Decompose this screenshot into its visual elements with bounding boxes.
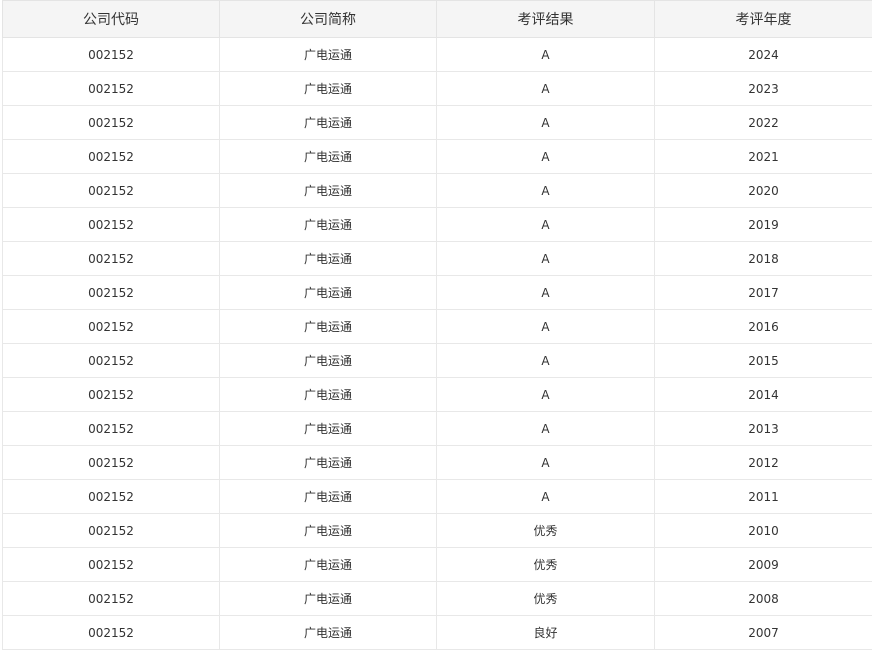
table-row: 002152 广电运通 A 2019 (2, 207, 872, 242)
cell-rating-result: A (436, 139, 655, 174)
cell-company-code: 002152 (2, 207, 220, 242)
table-row: 002152 广电运通 优秀 2009 (2, 547, 872, 582)
header-row: 公司代码 公司简称 考评结果 考评年度 (2, 0, 872, 38)
table-body: 002152 广电运通 A 2024 002152 广电运通 A 2023 002152 广电运通… (2, 37, 872, 650)
cell-rating-year: 2014 (654, 377, 872, 412)
cell-rating-year: 2007 (654, 615, 872, 650)
cell-company-name: 广电运通 (219, 615, 437, 650)
cell-rating-result: 优秀 (436, 547, 655, 582)
table-row: 002152 广电运通 A 2011 (2, 479, 872, 514)
table-row: 002152 广电运通 A 2021 (2, 139, 872, 174)
header-rating-result: 考评结果 (436, 0, 655, 38)
cell-company-name: 广电运通 (219, 581, 437, 616)
cell-rating-year: 2020 (654, 173, 872, 208)
cell-company-code: 002152 (2, 513, 220, 548)
cell-company-code: 002152 (2, 71, 220, 106)
cell-rating-result: 良好 (436, 615, 655, 650)
header-company-code: 公司代码 (2, 0, 220, 38)
cell-company-code: 002152 (2, 615, 220, 650)
cell-rating-result: A (436, 275, 655, 310)
cell-company-name: 广电运通 (219, 207, 437, 242)
cell-company-code: 002152 (2, 547, 220, 582)
cell-rating-year: 2024 (654, 37, 872, 72)
table-row: 002152 广电运通 优秀 2010 (2, 513, 872, 548)
cell-rating-year: 2011 (654, 479, 872, 514)
cell-rating-result: A (436, 241, 655, 276)
table-row: 002152 广电运通 A 2017 (2, 275, 872, 310)
cell-rating-year: 2021 (654, 139, 872, 174)
cell-company-code: 002152 (2, 445, 220, 480)
cell-rating-result: A (436, 445, 655, 480)
cell-company-code: 002152 (2, 581, 220, 616)
cell-company-name: 广电运通 (219, 343, 437, 378)
cell-company-name: 广电运通 (219, 71, 437, 106)
cell-company-code: 002152 (2, 411, 220, 446)
cell-rating-result: A (436, 105, 655, 140)
cell-company-code: 002152 (2, 241, 220, 276)
cell-rating-year: 2008 (654, 581, 872, 616)
table-row: 002152 广电运通 A 2014 (2, 377, 872, 412)
cell-rating-result: A (436, 377, 655, 412)
cell-company-name: 广电运通 (219, 377, 437, 412)
cell-company-name: 广电运通 (219, 547, 437, 582)
cell-rating-result: A (436, 37, 655, 72)
cell-company-name: 广电运通 (219, 173, 437, 208)
table-row: 002152 广电运通 优秀 2008 (2, 581, 872, 616)
header-rating-year: 考评年度 (654, 0, 872, 38)
cell-company-name: 广电运通 (219, 513, 437, 548)
cell-rating-result: A (436, 343, 655, 378)
cell-company-code: 002152 (2, 343, 220, 378)
cell-rating-year: 2016 (654, 309, 872, 344)
cell-company-name: 广电运通 (219, 105, 437, 140)
table-row: 002152 广电运通 A 2024 (2, 37, 872, 72)
cell-rating-result: A (436, 309, 655, 344)
cell-company-name: 广电运通 (219, 37, 437, 72)
cell-rating-year: 2022 (654, 105, 872, 140)
cell-rating-result: 优秀 (436, 581, 655, 616)
cell-rating-result: 优秀 (436, 513, 655, 548)
cell-company-code: 002152 (2, 479, 220, 514)
cell-rating-year: 2015 (654, 343, 872, 378)
cell-company-name: 广电运通 (219, 139, 437, 174)
cell-company-name: 广电运通 (219, 275, 437, 310)
cell-rating-result: A (436, 207, 655, 242)
rating-table: 公司代码 公司简称 考评结果 考评年度 002152 广电运通 A 2024 00215… (2, 0, 872, 650)
cell-company-name: 广电运通 (219, 309, 437, 344)
cell-company-name: 广电运通 (219, 445, 437, 480)
cell-rating-year: 2012 (654, 445, 872, 480)
cell-company-code: 002152 (2, 105, 220, 140)
table-row: 002152 广电运通 A 2022 (2, 105, 872, 140)
cell-company-code: 002152 (2, 173, 220, 208)
table-row: 002152 广电运通 A 2023 (2, 71, 872, 106)
cell-rating-year: 2023 (654, 71, 872, 106)
table-header: 公司代码 公司简称 考评结果 考评年度 (2, 0, 872, 38)
cell-rating-year: 2018 (654, 241, 872, 276)
cell-company-code: 002152 (2, 275, 220, 310)
cell-rating-result: A (436, 411, 655, 446)
cell-company-code: 002152 (2, 309, 220, 344)
table-row: 002152 广电运通 A 2015 (2, 343, 872, 378)
cell-rating-year: 2017 (654, 275, 872, 310)
cell-rating-year: 2019 (654, 207, 872, 242)
cell-rating-result: A (436, 479, 655, 514)
cell-company-code: 002152 (2, 377, 220, 412)
cell-company-code: 002152 (2, 139, 220, 174)
cell-company-code: 002152 (2, 37, 220, 72)
table-row: 002152 广电运通 A 2013 (2, 411, 872, 446)
cell-company-name: 广电运通 (219, 241, 437, 276)
cell-rating-year: 2013 (654, 411, 872, 446)
table-row: 002152 广电运通 A 2020 (2, 173, 872, 208)
table-row: 002152 广电运通 A 2012 (2, 445, 872, 480)
cell-rating-year: 2010 (654, 513, 872, 548)
cell-rating-year: 2009 (654, 547, 872, 582)
table-row: 002152 广电运通 A 2016 (2, 309, 872, 344)
cell-rating-result: A (436, 173, 655, 208)
cell-company-name: 广电运通 (219, 411, 437, 446)
table-row: 002152 广电运通 良好 2007 (2, 615, 872, 650)
cell-company-name: 广电运通 (219, 479, 437, 514)
cell-rating-result: A (436, 71, 655, 106)
header-company-name: 公司简称 (219, 0, 437, 38)
table-row: 002152 广电运通 A 2018 (2, 241, 872, 276)
